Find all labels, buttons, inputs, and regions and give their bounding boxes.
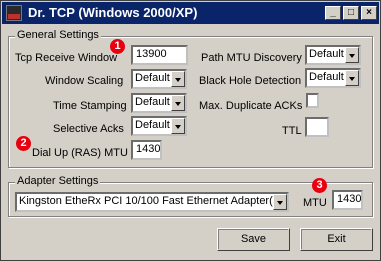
path-mtu-discovery-select[interactable]: Default xyxy=(305,45,361,65)
maximize-button[interactable]: □ xyxy=(343,6,359,20)
window-title: Dr. TCP (Windows 2000/XP) xyxy=(28,5,198,20)
adapter-select[interactable]: Kingston EtheRx PCI 10/100 Fast Ethernet… xyxy=(15,192,289,212)
adapter-mtu-input[interactable]: 1430 xyxy=(332,190,363,210)
adapter-settings-label: Adapter Settings xyxy=(15,175,101,187)
general-settings-label: General Settings xyxy=(15,29,101,41)
max-duplicate-acks-label: Max. Duplicate ACKs xyxy=(199,100,303,112)
time-stamping-select[interactable]: Default xyxy=(131,93,187,113)
dial-up-mtu-label: Dial Up (RAS) MTU xyxy=(32,147,128,159)
mtu-label: MTU xyxy=(303,197,327,209)
close-button[interactable]: × xyxy=(361,6,377,20)
chevron-down-icon[interactable] xyxy=(345,70,359,86)
window-scaling-select[interactable]: Default xyxy=(131,69,187,89)
ttl-label: TTL xyxy=(282,125,302,137)
tcp-receive-window-label: Tcp Receive Window xyxy=(15,52,118,64)
path-mtu-discovery-value: Default xyxy=(309,48,344,60)
time-stamping-value: Default xyxy=(135,96,170,108)
exit-button[interactable]: Exit xyxy=(300,228,373,251)
max-duplicate-acks-input[interactable] xyxy=(306,93,319,108)
selective-acks-label: Selective Acks xyxy=(53,123,124,135)
window-scaling-label: Window Scaling xyxy=(45,75,124,87)
app-icon[interactable] xyxy=(6,5,22,21)
tcp-receive-window-input[interactable]: 13900 xyxy=(131,45,188,65)
adapter-value: Kingston EtheRx PCI 10/100 Fast Ethernet… xyxy=(19,195,276,207)
black-hole-detection-select[interactable]: Default xyxy=(305,68,361,88)
annotation-badge-3: 3 xyxy=(312,178,327,193)
app-window: Dr. TCP (Windows 2000/XP) _ □ × General … xyxy=(0,0,381,261)
ttl-input[interactable] xyxy=(305,117,329,137)
selective-acks-select[interactable]: Default xyxy=(131,116,187,136)
chevron-down-icon[interactable] xyxy=(171,118,185,134)
save-button[interactable]: Save xyxy=(217,228,290,251)
black-hole-detection-label: Black Hole Detection xyxy=(199,75,302,87)
window-scaling-value: Default xyxy=(135,72,170,84)
dial-up-mtu-input[interactable]: 1430 xyxy=(131,140,162,160)
selective-acks-value: Default xyxy=(135,119,170,131)
annotation-badge-2: 2 xyxy=(16,136,31,151)
chevron-down-icon[interactable] xyxy=(345,47,359,63)
time-stamping-label: Time Stamping xyxy=(53,100,127,112)
minimize-button[interactable]: _ xyxy=(325,6,341,20)
chevron-down-icon[interactable] xyxy=(273,194,287,210)
title-bar[interactable]: Dr. TCP (Windows 2000/XP) _ □ × xyxy=(2,2,379,24)
black-hole-detection-value: Default xyxy=(309,71,344,83)
path-mtu-discovery-label: Path MTU Discovery xyxy=(201,52,302,64)
chevron-down-icon[interactable] xyxy=(171,71,185,87)
chevron-down-icon[interactable] xyxy=(171,95,185,111)
